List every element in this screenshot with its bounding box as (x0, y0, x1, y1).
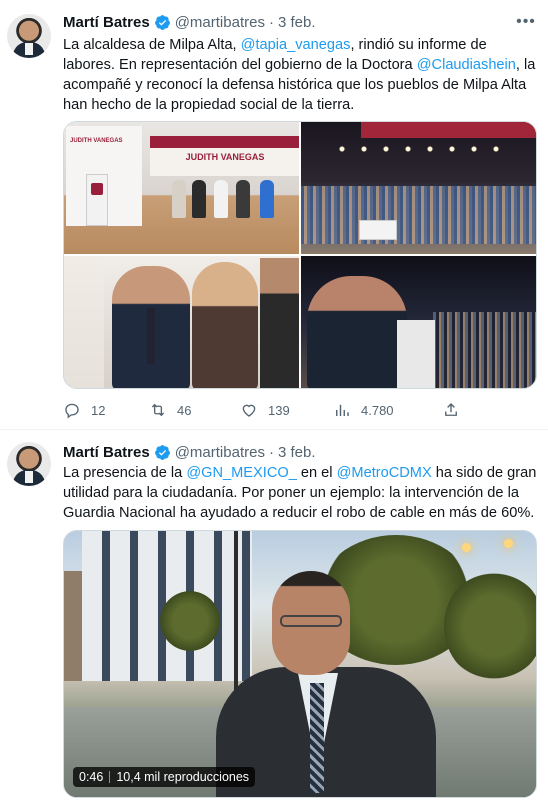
tweet[interactable]: Martí Batres @martibatres · 3 feb. La pr… (0, 431, 548, 809)
video-player[interactable]: 0:46 10,4 mil reproducciones (63, 530, 537, 798)
more-options-icon[interactable]: ••• (516, 12, 536, 32)
reply-button[interactable]: 12 (63, 400, 105, 420)
author-handle[interactable]: @martibatres (175, 14, 265, 31)
photo-2[interactable] (301, 122, 536, 254)
text-segment: en el (296, 465, 337, 481)
text-segment: La presencia de la (63, 465, 187, 481)
tweet-date[interactable]: 3 feb. (278, 14, 316, 31)
avatar[interactable] (7, 14, 51, 58)
video-info-badge: 0:46 10,4 mil reproducciones (73, 767, 256, 787)
podium (86, 174, 108, 226)
speaker (307, 276, 407, 388)
share-icon (445, 403, 457, 416)
author-handle[interactable]: @martibatres (175, 444, 265, 461)
mention-link[interactable]: @tapia_vanegas (241, 37, 351, 53)
reply-count: 12 (91, 402, 106, 418)
views-button[interactable]: 4.780 (333, 400, 394, 420)
mention-link[interactable]: @MetroCDMX (337, 465, 432, 481)
tweet-header: Martí Batres @martibatres · 3 feb. (63, 12, 315, 32)
heart-icon (242, 404, 256, 417)
tweet-text: La presencia de la @GN_MEXICO_ en el @Me… (63, 463, 541, 523)
photo-3[interactable] (64, 256, 299, 388)
video-duration: 0:46 (79, 770, 104, 784)
stage-banner: JUDITH VANEGAS (150, 136, 299, 176)
video-views: 10,4 mil reproducciones (116, 770, 250, 784)
tweet[interactable]: Martí Batres @martibatres · 3 feb. ••• L… (0, 0, 548, 430)
audience (433, 312, 536, 388)
analytics-icon (336, 404, 349, 416)
verified-badge-icon (154, 444, 170, 460)
stage-lights (331, 144, 508, 154)
retweet-icon (151, 403, 165, 417)
retweet-button[interactable]: 46 (149, 400, 191, 420)
like-button[interactable]: 139 (240, 400, 290, 420)
speaker (216, 571, 436, 797)
text-segment: La alcaldesa de Milpa Alta, (63, 37, 241, 53)
retweet-count: 46 (177, 402, 192, 418)
stage-sign (359, 220, 397, 240)
verified-badge-icon (154, 14, 170, 30)
tweet-date[interactable]: 3 feb. (278, 444, 316, 461)
tweet-header: Martí Batres @martibatres · 3 feb. (63, 442, 315, 462)
tweet-text: La alcaldesa de Milpa Alta, @tapia_vaneg… (63, 35, 541, 115)
photo-grid: JUDITH VANEGAS JUDITH VANEGAS (63, 121, 537, 389)
author-name[interactable]: Martí Batres (63, 14, 150, 31)
mention-link[interactable]: @GN_MEXICO_ (186, 465, 297, 481)
photo-1[interactable]: JUDITH VANEGAS JUDITH VANEGAS (64, 122, 299, 254)
photo-4[interactable] (301, 256, 536, 388)
lectern (397, 320, 435, 388)
avatar[interactable] (7, 442, 51, 486)
separator: · (268, 13, 274, 31)
panel-text: JUDITH VANEGAS (70, 138, 123, 144)
author-name[interactable]: Martí Batres (63, 444, 150, 461)
audience (301, 186, 536, 244)
banner-text: JUDITH VANEGAS (185, 152, 265, 162)
like-count: 139 (268, 402, 290, 418)
reply-icon (65, 403, 79, 419)
view-count: 4.780 (361, 402, 394, 418)
separator: · (268, 443, 274, 461)
curtain (361, 122, 536, 138)
tweet-actions: 12 46 139 4.780 (63, 400, 463, 420)
mention-link[interactable]: @Claudiashein (417, 57, 516, 73)
share-button[interactable] (442, 400, 460, 420)
